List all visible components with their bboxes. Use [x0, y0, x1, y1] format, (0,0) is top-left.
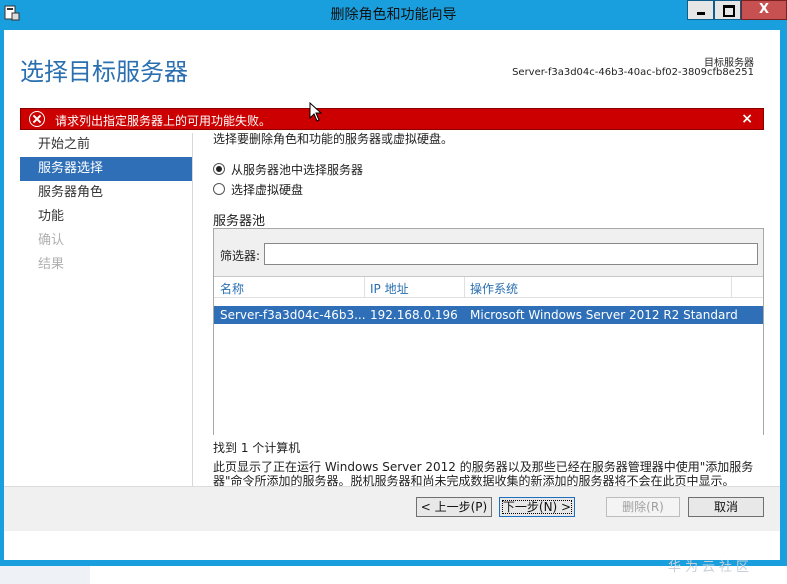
- radio-server-pool[interactable]: 从服务器池中选择服务器: [213, 161, 363, 178]
- maximize-button[interactable]: [714, 0, 741, 20]
- title-bar[interactable]: 删除角色和功能向导 X: [0, 0, 787, 30]
- cell-ip-address: 192.168.0.196: [370, 308, 458, 322]
- error-dismiss-button[interactable]: ×: [741, 111, 753, 127]
- description-text: 此页显示了正在运行 Windows Server 2012 的服务器以及那些已经…: [213, 460, 754, 488]
- cell-operating-system: Microsoft Windows Server 2012 R2 Standar…: [470, 308, 738, 322]
- column-separator[interactable]: [464, 277, 465, 297]
- taskbar-left-area: [0, 566, 90, 584]
- radio-virtual-disk[interactable]: 选择虚拟硬盘: [213, 181, 303, 198]
- minimize-button[interactable]: [687, 0, 714, 20]
- next-button[interactable]: 下一步(N) >: [499, 497, 575, 517]
- filter-input[interactable]: [264, 243, 758, 265]
- radio-unselected-icon: [213, 183, 225, 195]
- wizard-nav: 开始之前 服务器选择 服务器角色 功能 确认 结果: [20, 133, 192, 277]
- column-header-ip[interactable]: IP 地址: [370, 280, 409, 297]
- nav-divider: [192, 133, 193, 495]
- remove-button: 删除(R): [606, 497, 680, 517]
- error-notification-bar: 请求列出指定服务器上的可用功能失败。 ×: [20, 108, 764, 130]
- column-header-os[interactable]: 操作系统: [470, 280, 518, 297]
- close-icon: X: [758, 2, 770, 17]
- page-title: 选择目标服务器: [20, 58, 188, 86]
- wizard-footer: < 上一步(P) 下一步(N) > 删除(R) 取消: [4, 486, 780, 531]
- radio-virtual-disk-label: 选择虚拟硬盘: [231, 183, 304, 197]
- column-header-name[interactable]: 名称: [220, 280, 244, 297]
- wizard-client-area: 选择目标服务器 目标服务器 Server-f3a3d04c-46b3-40ac-…: [4, 30, 780, 560]
- nav-item-results: 结果: [38, 257, 65, 272]
- filter-label: 筛选器:: [220, 249, 261, 263]
- column-separator[interactable]: [731, 277, 732, 297]
- window-title: 删除角色和功能向导: [330, 7, 457, 23]
- nav-item-confirmation: 确认: [38, 233, 65, 248]
- column-separator[interactable]: [364, 277, 365, 297]
- mouse-cursor-icon: [309, 102, 323, 122]
- nav-item-server-roles[interactable]: 服务器角色: [20, 181, 192, 205]
- close-button[interactable]: X: [741, 0, 787, 20]
- server-pool-title: 服务器池: [213, 214, 266, 229]
- server-pool-panel: 筛选器: 名称 IP 地址 操作系统 Server-f3a3d04c-46b3.…: [213, 228, 764, 435]
- radio-server-pool-label: 从服务器池中选择服务器: [231, 163, 364, 177]
- server-grid: 名称 IP 地址 操作系统 Server-f3a3d04c-46b3... 19…: [214, 276, 763, 435]
- radio-selected-icon: [213, 163, 225, 175]
- nav-item-features[interactable]: 功能: [20, 205, 192, 229]
- found-count: 找到 1 个计算机: [213, 441, 301, 455]
- error-icon: [29, 111, 45, 127]
- destination-server-value: Server-f3a3d04c-46b3-40ac-bf02-3809cfb8e…: [512, 67, 754, 78]
- nav-item-before-you-begin[interactable]: 开始之前: [20, 133, 192, 157]
- grid-header: 名称 IP 地址 操作系统: [214, 277, 763, 298]
- watermark: 华为云社区: [668, 560, 754, 575]
- cancel-button[interactable]: 取消: [688, 497, 764, 517]
- error-message: 请求列出指定服务器上的可用功能失败。: [55, 114, 272, 128]
- wizard-window: 删除角色和功能向导 X 选择目标服务器 目标服务器 Server-f3a3d04…: [0, 0, 787, 566]
- cell-server-name: Server-f3a3d04c-46b3...: [220, 308, 366, 322]
- previous-button[interactable]: < 上一步(P): [416, 497, 492, 517]
- nav-item-server-selection[interactable]: 服务器选择: [20, 157, 192, 181]
- instruction-text: 选择要删除角色和功能的服务器或虚拟硬盘。: [213, 132, 454, 146]
- table-row[interactable]: Server-f3a3d04c-46b3... 192.168.0.196 Mi…: [214, 306, 763, 324]
